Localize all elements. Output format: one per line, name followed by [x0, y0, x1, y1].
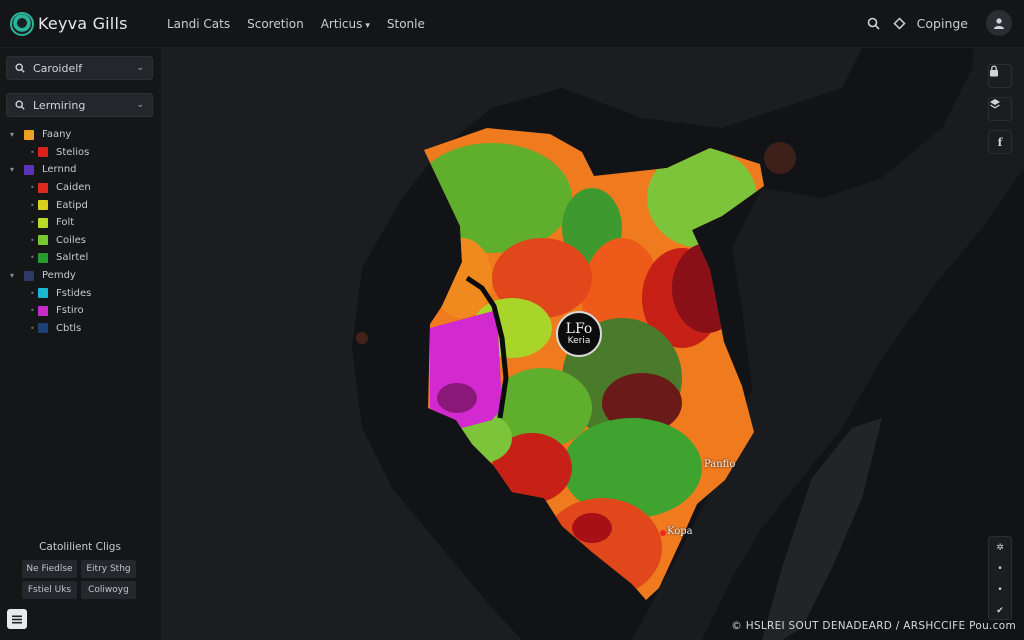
menu-icon[interactable]: [7, 609, 27, 629]
layer-item[interactable]: • Stelios: [10, 144, 155, 162]
zoom-controls: ✲ • • ✔: [988, 536, 1012, 620]
locate-icon[interactable]: ✔: [989, 600, 1011, 621]
app-logo-icon[interactable]: [10, 12, 34, 36]
layer-group[interactable]: ▾ Faany: [10, 126, 155, 144]
map-canvas[interactable]: LFo Keria Panfio Kopa f ✲ • • ✔ © HSLREI…: [162, 48, 1024, 640]
layer-item[interactable]: • Salrtel: [10, 249, 155, 267]
search-icon: [15, 100, 25, 110]
layer-swatch: [38, 288, 48, 299]
layer-select[interactable]: Lermiring ⌄: [6, 93, 153, 117]
layer-label: Cbtls: [56, 322, 82, 334]
chevron-down-icon[interactable]: ▾: [10, 271, 24, 280]
chevron-down-icon: ▾: [365, 21, 370, 31]
layer-label: Fstides: [56, 287, 92, 299]
layer-item[interactable]: • Coiles: [10, 232, 155, 250]
app-root: Keyva Gills Landi Cats Scoretion Articus…: [0, 0, 1024, 640]
main-nav: Landi Cats Scoretion Articus ▾ Stonle: [167, 17, 442, 31]
layer-tree: ▾ Faany • Stelios ▾ Lernnd • Caiden • Eatipd • Folt…: [10, 126, 155, 337]
top-right-actions: Copinge: [861, 10, 1012, 36]
bullet-icon: •: [30, 306, 35, 316]
nav-item-scoretion[interactable]: Scoretion: [247, 17, 304, 31]
diamond-icon[interactable]: [887, 10, 913, 36]
legend-chip[interactable]: Ne Fiedlse: [22, 560, 77, 578]
legend-chip[interactable]: Coliwoyg: [81, 581, 136, 599]
bullet-icon: •: [30, 200, 35, 210]
layer-item[interactable]: • Folt: [10, 214, 155, 232]
user-icon[interactable]: [986, 10, 1012, 36]
layer-label: Salrtel: [56, 252, 89, 264]
facebook-icon[interactable]: f: [988, 130, 1012, 154]
layers-icon[interactable]: [988, 97, 1012, 121]
sidebar: Caroidelf ⌄ Lermiring ⌄ ▾ Faany • Stelios ▾ L…: [0, 48, 162, 640]
layer-swatch: [38, 252, 48, 263]
layer-item[interactable]: • Eatipd: [10, 196, 155, 214]
search-icon: [15, 63, 25, 73]
layer-swatch: [38, 305, 48, 316]
nav-item-articus[interactable]: Articus ▾: [321, 17, 370, 31]
bullet-icon: •: [30, 218, 35, 228]
chevron-down-icon[interactable]: ▾: [10, 130, 24, 139]
top-bar: Keyva Gills Landi Cats Scoretion Articus…: [0, 0, 1024, 48]
layer-label: Coiles: [56, 234, 87, 246]
map-label-east: Panfio: [704, 459, 736, 470]
bullet-icon: •: [30, 235, 35, 245]
layer-label: Caiden: [56, 182, 91, 194]
nav-item-landi-cats[interactable]: Landi Cats: [167, 17, 230, 31]
chevron-down-icon[interactable]: ▾: [10, 165, 24, 174]
hotspot-west: [356, 332, 368, 344]
lock-icon[interactable]: [988, 64, 1012, 88]
layer-label: Folt: [56, 217, 75, 229]
legend-chip[interactable]: Fstiel Uks: [22, 581, 77, 599]
layer-swatch: [38, 323, 48, 334]
app-title: Keyva Gills: [38, 14, 128, 33]
layer-label: Eatipd: [56, 199, 88, 211]
bullet-icon: •: [30, 323, 35, 333]
layer-label: Faany: [42, 129, 72, 141]
map-callout-marker[interactable]: LFo Keria: [556, 311, 602, 357]
chevron-down-icon: ⌄: [136, 100, 144, 110]
legend-title: Catolilient Cligs: [39, 541, 121, 553]
bullet-icon: •: [30, 147, 35, 157]
layer-label: Pemdy: [42, 270, 76, 282]
bullet-icon: •: [30, 288, 35, 298]
layer-swatch: [38, 200, 48, 211]
zoom-out-icon[interactable]: •: [989, 579, 1011, 600]
layer-label: Stelios: [56, 146, 90, 158]
layer-swatch: [24, 270, 34, 281]
bullet-icon: •: [30, 253, 35, 263]
layer-item[interactable]: • Fstiro: [10, 302, 155, 320]
bullet-icon: •: [30, 183, 35, 193]
layer-swatch: [38, 217, 48, 228]
legend-chip[interactable]: Eitry Sthg: [81, 560, 136, 578]
layer-swatch: [38, 147, 48, 158]
layer-swatch: [38, 235, 48, 246]
location-search-input[interactable]: Caroidelf ⌄: [6, 56, 153, 80]
share-link[interactable]: Copinge: [917, 16, 968, 31]
location-pin-icon[interactable]: [660, 530, 666, 536]
compass-icon[interactable]: ✲: [989, 537, 1011, 558]
layer-item[interactable]: • Caiden: [10, 179, 155, 197]
layer-label: Fstiro: [56, 305, 84, 317]
layer-swatch: [24, 164, 34, 175]
chevron-down-icon: ⌄: [136, 63, 144, 73]
layer-swatch: [24, 129, 34, 140]
zoom-in-icon[interactable]: •: [989, 558, 1011, 579]
layer-group[interactable]: ▾ Pemdy: [10, 267, 155, 285]
layer-label: Lernnd: [42, 164, 77, 176]
map-attribution: © HSLREI SOUT DENADEARD / ARSHCCIFE Pou.…: [731, 620, 1016, 632]
nav-item-stonle[interactable]: Stonle: [387, 17, 425, 31]
layer-swatch: [38, 182, 48, 193]
search-icon[interactable]: [861, 10, 887, 36]
layer-item[interactable]: • Fstides: [10, 284, 155, 302]
layer-group[interactable]: ▾ Lernnd: [10, 161, 155, 179]
hotspot-northeast: [764, 142, 796, 174]
layer-item[interactable]: • Cbtls: [10, 320, 155, 338]
map-label-south: Kopa: [667, 526, 693, 537]
